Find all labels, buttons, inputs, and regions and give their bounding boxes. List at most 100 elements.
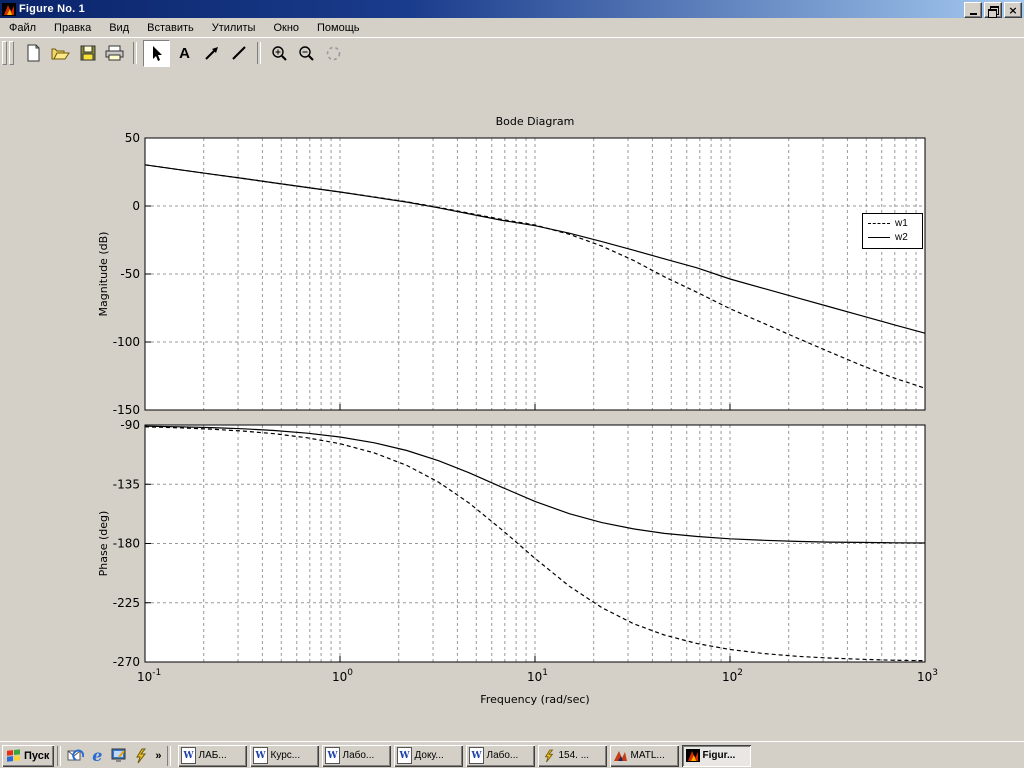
quick-launch-overflow-chevron[interactable]: » [155, 750, 161, 762]
word-document-icon: W [253, 748, 269, 764]
task-button-figure-active[interactable]: Figur... [682, 745, 751, 767]
show-desktop-icon[interactable] [110, 747, 128, 765]
pointer-tool-button[interactable] [143, 40, 170, 67]
task-button-154[interactable]: 154. ... [538, 745, 607, 767]
new-document-icon [26, 44, 42, 62]
y-tick-label: -180 [113, 537, 140, 551]
new-figure-button[interactable] [21, 41, 46, 66]
text-tool-icon: A [179, 45, 190, 62]
menu-tools[interactable]: Утилиты [203, 20, 265, 36]
window-titlebar: Figure No. 1 × [0, 0, 1024, 18]
rotate-3d-button[interactable] [321, 41, 346, 66]
y-tick-label: -90 [120, 418, 140, 432]
window-title: Figure No. 1 [19, 3, 85, 15]
menu-bar: Файл Правка Вид Вставить Утилиты Окно По… [0, 18, 1024, 38]
launcher-lightning-icon[interactable] [132, 747, 150, 765]
menu-view[interactable]: Вид [100, 20, 138, 36]
word-document-icon: W [469, 748, 485, 764]
zoom-out-icon [298, 45, 315, 62]
word-document-icon: W [397, 748, 413, 764]
y-axis-label: Phase (deg) [97, 511, 110, 577]
legend-entry-w2: w2 [863, 230, 922, 244]
arrow-annotation-icon [204, 45, 220, 61]
task-button-word-doc-4[interactable]: W Доку... [394, 745, 463, 767]
open-file-button[interactable] [48, 41, 73, 66]
menu-file[interactable]: Файл [0, 20, 45, 36]
x-tick-label: 102 [722, 668, 743, 684]
x-tick-label: 10-1 [137, 668, 161, 684]
figure-canvas: 500-50-100-150Magnitude (dB)Bode Diagram… [0, 67, 1024, 741]
x-tick-label: 101 [527, 668, 548, 684]
print-figure-button[interactable] [102, 41, 127, 66]
close-icon: × [1008, 5, 1017, 16]
task-button-word-doc-2[interactable]: W Курс... [250, 745, 319, 767]
menu-help[interactable]: Помощь [308, 20, 369, 36]
task-label: Лабо... [487, 750, 519, 761]
start-label: Пуск [24, 750, 49, 762]
y-tick-label: -225 [113, 596, 140, 610]
add-text-button[interactable]: A [172, 41, 197, 66]
outlook-express-icon[interactable] [66, 747, 84, 765]
legend-label: w2 [895, 232, 908, 243]
task-button-word-doc-3[interactable]: W Лабо... [322, 745, 391, 767]
zoom-in-icon [271, 45, 288, 62]
chart-title: Bode Diagram [496, 115, 575, 128]
restore-icon [990, 6, 999, 15]
quick-launch: e » [66, 747, 161, 765]
menu-insert[interactable]: Вставить [138, 20, 203, 36]
solid-line-sample [868, 237, 890, 238]
toolbar-grip[interactable] [2, 41, 7, 65]
printer-icon [105, 45, 124, 61]
internet-explorer-icon[interactable]: e [88, 747, 106, 765]
task-label: Figur... [703, 750, 736, 761]
windows-logo-icon [7, 749, 21, 762]
add-arrow-button[interactable] [199, 41, 224, 66]
figure-toolbar: A [0, 37, 1024, 69]
task-label: MATL... [631, 750, 665, 761]
start-button[interactable]: Пуск [2, 745, 54, 767]
y-tick-label: -150 [113, 403, 140, 417]
task-button-matlab[interactable]: MATL... [610, 745, 679, 767]
matlab-figure-app-icon [2, 3, 16, 16]
taskbar-divider [167, 746, 171, 766]
x-axis-label: Frequency (rad/sec) [480, 693, 589, 706]
zoom-in-button[interactable] [267, 41, 292, 66]
zoom-out-button[interactable] [294, 41, 319, 66]
add-line-button[interactable] [226, 41, 251, 66]
menu-window[interactable]: Окно [264, 20, 308, 36]
legend-entry-w1: w1 [863, 216, 922, 230]
close-button[interactable]: × [1004, 2, 1022, 18]
task-button-word-doc-1[interactable]: W ЛАБ... [178, 745, 247, 767]
y-tick-label: 50 [125, 131, 140, 145]
taskbar-divider [57, 746, 61, 766]
bode-diagram-plot: 500-50-100-150Magnitude (dB)Bode Diagram… [0, 67, 1024, 741]
toolbar-separator [133, 42, 137, 64]
plot-legend[interactable]: w1 w2 [862, 213, 923, 249]
legend-label: w1 [895, 218, 908, 229]
save-figure-button[interactable] [75, 41, 100, 66]
menu-edit[interactable]: Правка [45, 20, 100, 36]
x-tick-label: 103 [917, 668, 938, 684]
cursor-arrow-icon [150, 45, 164, 62]
task-label: 154. ... [559, 750, 590, 761]
y-tick-label: -135 [113, 477, 140, 491]
word-document-icon: W [325, 748, 341, 764]
task-label: Лабо... [343, 750, 375, 761]
matlab-figure-icon [685, 748, 701, 764]
task-label: Курс... [271, 750, 301, 761]
task-button-word-doc-5[interactable]: W Лабо... [466, 745, 535, 767]
toolbar-grip[interactable] [9, 41, 14, 65]
taskbar: Пуск e [0, 741, 1024, 768]
y-tick-label: 0 [132, 199, 140, 213]
line-annotation-icon [231, 45, 247, 61]
restore-button[interactable] [984, 2, 1002, 18]
minimize-button[interactable] [964, 2, 982, 18]
dashed-line-sample [868, 223, 890, 224]
y-tick-label: -50 [120, 267, 140, 281]
open-folder-icon [51, 45, 70, 61]
floppy-disk-icon [80, 45, 96, 61]
x-tick-label: 100 [332, 668, 353, 684]
word-document-icon: W [181, 748, 197, 764]
desktop-screen: Figure No. 1 × Файл Правка Вид Вставить … [0, 0, 1024, 768]
y-tick-label: -100 [113, 335, 140, 349]
